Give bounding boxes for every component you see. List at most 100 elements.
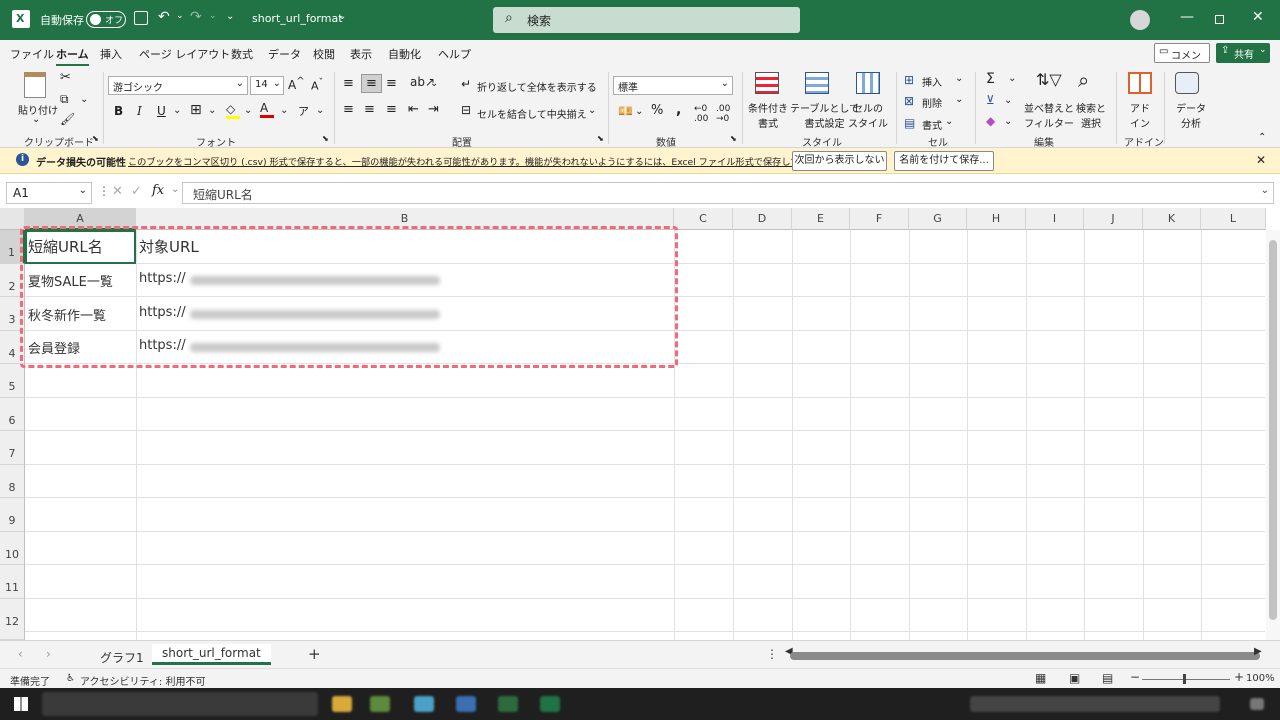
font-size-select[interactable]: 14 ⌄ bbox=[250, 76, 284, 95]
increase-decimal-icon[interactable]: ←0.00 bbox=[694, 104, 708, 124]
orientation-dropdown-icon[interactable]: ⌄ bbox=[430, 78, 438, 89]
tab-help[interactable]: ヘルプ bbox=[438, 46, 471, 62]
scroll-thumb[interactable] bbox=[1269, 240, 1277, 620]
column-header-e[interactable]: E bbox=[792, 208, 850, 230]
taskbar-app-icon[interactable] bbox=[540, 696, 560, 712]
zoom-out-icon[interactable]: − bbox=[1130, 670, 1140, 684]
column-header-h[interactable]: H bbox=[967, 208, 1026, 230]
borders-icon[interactable]: ⊞ bbox=[190, 102, 202, 118]
row-header-9[interactable]: 9 bbox=[0, 498, 25, 532]
search-box[interactable]: ⌕ 検索 bbox=[493, 7, 800, 33]
row-header-5[interactable]: 5 bbox=[0, 364, 25, 398]
fill-color-icon[interactable]: ◇ bbox=[226, 102, 240, 119]
sheet-tab-short-url-format[interactable]: short_url_format bbox=[152, 644, 271, 665]
number-format-select[interactable]: 標準 ⌄ bbox=[613, 76, 733, 95]
autosave-toggle[interactable]: オフ bbox=[86, 11, 126, 28]
column-header-i[interactable]: I bbox=[1026, 208, 1084, 230]
merge-center-icon[interactable]: ⊟ bbox=[461, 103, 471, 117]
tab-options-icon[interactable]: ⋮ bbox=[766, 647, 778, 661]
format-painter-icon[interactable]: 🖌 bbox=[60, 112, 75, 126]
percent-icon[interactable]: % bbox=[651, 103, 663, 118]
customize-qat-icon[interactable]: ⌄ bbox=[226, 11, 234, 22]
shrink-font-icon[interactable]: Aˇ bbox=[311, 77, 323, 93]
font-color-icon[interactable]: A bbox=[260, 101, 274, 119]
normal-view-icon[interactable]: ▦ bbox=[1035, 671, 1046, 685]
zoom-slider-thumb[interactable] bbox=[1183, 674, 1186, 684]
autosum-icon[interactable]: Σ bbox=[986, 71, 995, 87]
conditional-format-icon[interactable] bbox=[755, 72, 779, 94]
name-box[interactable]: A1 ⌄ bbox=[6, 182, 92, 204]
page-break-view-icon[interactable]: ▤ bbox=[1102, 671, 1113, 685]
close-icon[interactable]: ✕ bbox=[1252, 9, 1264, 25]
clear-icon[interactable]: ◆ bbox=[986, 114, 995, 128]
insert-cells-label[interactable]: 挿入 bbox=[922, 74, 942, 89]
format-as-table-icon[interactable] bbox=[805, 72, 829, 94]
row-header-11[interactable]: 11 bbox=[0, 565, 25, 599]
tab-formulas[interactable]: 数式 bbox=[231, 46, 253, 62]
format-cells-icon[interactable]: ▤ bbox=[904, 116, 915, 130]
wrap-text-button[interactable]: 折り返して全体を表示する bbox=[477, 79, 597, 94]
copy-dropdown-icon[interactable]: ⌄ bbox=[80, 94, 88, 105]
tab-review[interactable]: 校閲 bbox=[313, 46, 335, 62]
delete-cells-icon[interactable]: ⊠ bbox=[904, 94, 914, 108]
underline-dropdown-icon[interactable]: ⌄ bbox=[173, 105, 181, 116]
column-header-j[interactable]: J bbox=[1084, 208, 1143, 230]
phonetic-dropdown-icon[interactable]: ⌄ bbox=[316, 105, 324, 116]
cell-styles-label[interactable]: セルの スタイル bbox=[848, 100, 888, 130]
fill-color-dropdown-icon[interactable]: ⌄ bbox=[244, 105, 252, 116]
fill-dropdown-icon[interactable]: ⌄ bbox=[1004, 95, 1012, 106]
taskbar-app-icon[interactable] bbox=[370, 696, 390, 712]
zoom-in-icon[interactable]: + bbox=[1234, 670, 1244, 684]
tab-automate[interactable]: 自動化 bbox=[388, 46, 421, 62]
expand-formula-icon[interactable]: ⌄ bbox=[1261, 185, 1269, 196]
tab-insert[interactable]: 挿入 bbox=[100, 46, 122, 62]
wrap-text-icon[interactable]: ↵ bbox=[461, 77, 471, 91]
conditional-format-label[interactable]: 条件付き 書式 bbox=[748, 100, 788, 130]
underline-icon[interactable]: U bbox=[157, 104, 166, 118]
paste-dropdown-icon[interactable]: ⌄ bbox=[32, 114, 40, 125]
align-center-icon[interactable]: ≡ bbox=[364, 102, 375, 117]
close-infobar-icon[interactable]: ✕ bbox=[1256, 153, 1266, 167]
align-right-icon[interactable]: ≡ bbox=[386, 102, 397, 117]
row-header-6[interactable]: 6 bbox=[0, 398, 25, 431]
currency-dropdown-icon[interactable]: ⌄ bbox=[635, 106, 643, 117]
undo-icon[interactable]: ↶ bbox=[158, 9, 170, 25]
decrease-decimal-icon[interactable]: .00 →0 bbox=[716, 104, 730, 124]
insert-function-icon[interactable]: fx bbox=[152, 183, 164, 198]
sort-filter-label[interactable]: 並べ替えと フィルター bbox=[1024, 100, 1074, 130]
phonetic-icon[interactable]: ア bbox=[298, 103, 309, 119]
undo-dropdown-icon[interactable]: ⌄ bbox=[176, 11, 184, 21]
spreadsheet-grid[interactable]: A B C D E F G H I J K L 1 2 3 4 5 6 7 8 … bbox=[0, 208, 1280, 640]
delete-dropdown-icon[interactable]: ⌄ bbox=[955, 94, 963, 105]
column-header-d[interactable]: D bbox=[733, 208, 792, 230]
zoom-level[interactable]: 100% bbox=[1246, 673, 1275, 684]
tab-home[interactable]: ホーム bbox=[56, 46, 89, 67]
filename-dropdown-icon[interactable]: ⌄ bbox=[338, 11, 346, 22]
sort-filter-icon[interactable]: ⇅▽ bbox=[1036, 70, 1062, 89]
data-analysis-label[interactable]: データ 分析 bbox=[1176, 100, 1206, 130]
notification-icon[interactable] bbox=[1250, 698, 1264, 710]
row-header-7[interactable]: 7 bbox=[0, 431, 25, 465]
grow-font-icon[interactable]: A^ bbox=[288, 76, 305, 92]
insert-cells-icon[interactable]: ⊞ bbox=[904, 73, 914, 87]
vertical-scrollbar[interactable] bbox=[1266, 230, 1280, 640]
alignment-launcher-icon[interactable]: ⬊ bbox=[597, 134, 604, 143]
sheet-tab-graph1[interactable]: グラフ1 bbox=[100, 649, 144, 666]
restore-icon[interactable] bbox=[1215, 15, 1224, 24]
zoom-slider[interactable] bbox=[1142, 679, 1230, 680]
clear-dropdown-icon[interactable]: ⌄ bbox=[1004, 116, 1012, 127]
row-header-8[interactable]: 8 bbox=[0, 465, 25, 498]
taskbar-app-icon[interactable] bbox=[498, 696, 518, 712]
format-cells-label[interactable]: 書式 bbox=[922, 117, 942, 132]
tab-page-layout[interactable]: ページ レイアウト bbox=[139, 46, 230, 62]
dont-show-again-button[interactable]: 次回から表示しない bbox=[792, 151, 887, 171]
minimize-icon[interactable]: — bbox=[1180, 9, 1194, 25]
next-sheet-icon[interactable]: › bbox=[46, 647, 51, 661]
column-header-l[interactable]: L bbox=[1201, 208, 1266, 230]
align-top-icon[interactable]: ≡ bbox=[343, 76, 354, 91]
currency-icon[interactable]: 💴 bbox=[618, 104, 633, 118]
tab-file[interactable]: ファイル bbox=[10, 46, 54, 62]
addins-label[interactable]: アド イン bbox=[1130, 100, 1150, 130]
align-bottom-icon[interactable]: ≡ bbox=[386, 76, 397, 91]
collapse-ribbon-icon[interactable]: ⌃ bbox=[1258, 132, 1266, 143]
